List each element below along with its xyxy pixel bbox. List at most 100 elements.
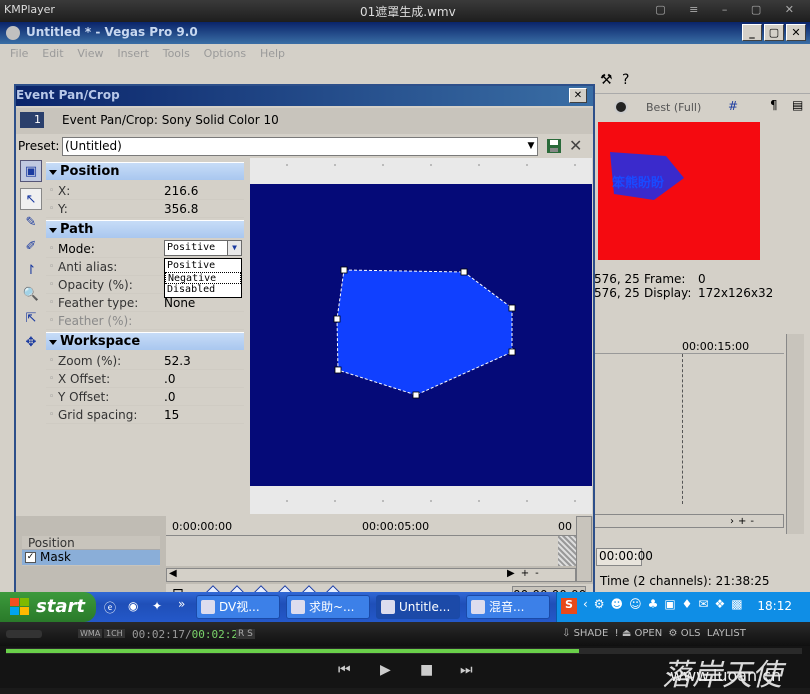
- prev-button[interactable]: ⏮: [338, 662, 351, 678]
- split-tangent-tool-icon[interactable]: ↾: [20, 260, 42, 282]
- mask-path-shape[interactable]: [250, 158, 592, 514]
- tray-s-icon[interactable]: S: [561, 598, 577, 614]
- prop-row-x[interactable]: X: 216.6: [46, 182, 244, 200]
- move-tool-icon[interactable]: ✥: [20, 332, 42, 354]
- prop-value-x-offset[interactable]: .0: [164, 370, 175, 388]
- start-button[interactable]: start: [0, 592, 96, 622]
- menu-file[interactable]: File: [10, 47, 28, 60]
- group-path[interactable]: Path: [46, 220, 244, 238]
- preset-dropdown-arrow-icon[interactable]: ▼: [524, 138, 538, 155]
- prop-value-grid-spacing[interactable]: 15: [164, 406, 179, 424]
- event-header: 1 Event Pan/Crop: Sony Solid Color 10: [16, 108, 593, 134]
- prop-row-y-offset[interactable]: Y Offset: .0: [46, 388, 244, 406]
- play-button[interactable]: ▶: [380, 662, 391, 678]
- keyframe-ruler[interactable]: 0:00:00:00 00:00:05:00 00: [166, 516, 576, 536]
- clock: 18:12: [757, 599, 792, 613]
- playlist-button[interactable]: LAYLIST: [707, 628, 746, 639]
- prop-value-zoom[interactable]: 52.3: [164, 352, 191, 370]
- property-toggle-icon[interactable]: ▣: [20, 160, 42, 182]
- quicklaunch-media-icon[interactable]: ◉: [128, 599, 138, 613]
- scroll-left-icon[interactable]: ◀: [169, 568, 177, 579]
- track-mask[interactable]: ✓ Mask: [22, 550, 160, 565]
- anchor-creation-tool-icon[interactable]: ✎: [20, 212, 42, 234]
- keyframe-hscroll[interactable]: ◀ ▶+-: [166, 568, 576, 582]
- track-position[interactable]: Position: [22, 536, 160, 550]
- scroll-zoom-controls[interactable]: ▶+-: [507, 568, 545, 579]
- workspace-canvas[interactable]: [250, 158, 592, 514]
- mode-select[interactable]: Positive ▼: [164, 240, 242, 256]
- preview-quality-select[interactable]: Best (Full): [646, 101, 701, 114]
- zoom-buttons[interactable]: ›+-: [730, 516, 758, 527]
- select-anchor-tool-icon[interactable]: ⇱: [20, 308, 42, 330]
- dialog-title-bar: Event Pan/Crop ✕: [16, 86, 593, 106]
- group-position[interactable]: Position: [46, 162, 244, 180]
- prop-row-zoom[interactable]: Zoom (%): 52.3: [46, 352, 244, 370]
- kmplayer-window-buttons[interactable]: ▢ ≡ – ▢ ✕: [655, 3, 804, 16]
- mode-option-positive[interactable]: Positive: [165, 260, 241, 272]
- dialog-close-button[interactable]: ✕: [569, 88, 587, 103]
- taskbar-button-mixer-label: 混音...: [489, 600, 525, 614]
- grid-icon[interactable]: #: [728, 99, 738, 113]
- help-pointer-icon[interactable]: ?: [622, 72, 629, 88]
- mode-option-disabled[interactable]: Disabled: [165, 284, 241, 296]
- tools-button[interactable]: ⚙ OLS: [669, 628, 701, 639]
- next-button[interactable]: ⏭: [460, 662, 473, 678]
- shade-button[interactable]: ⇩ SHADE: [562, 628, 608, 639]
- menu-help[interactable]: Help: [260, 47, 285, 60]
- prop-key-mode: Mode:: [49, 240, 95, 258]
- close-button[interactable]: ✕: [786, 24, 806, 41]
- keyframe-vscroll[interactable]: [576, 516, 592, 582]
- save-preset-icon[interactable]: [546, 138, 562, 154]
- prop-key-feather-type: Feather type:: [49, 294, 138, 312]
- minimize-button[interactable]: _: [742, 24, 762, 41]
- wrench-icon[interactable]: ⚒: [600, 72, 613, 88]
- quicklaunch-more-icon[interactable]: »: [178, 597, 185, 611]
- vegas-app-icon: [6, 26, 20, 40]
- normal-edit-tool-icon[interactable]: ↖: [20, 188, 42, 210]
- taskbar-button-vegas[interactable]: Untitle...: [376, 595, 460, 619]
- mode-dropdown-arrow-icon[interactable]: ▼: [227, 241, 241, 255]
- prop-row-mode[interactable]: Mode: Positive ▼: [46, 240, 244, 258]
- kmplayer-status-bar: WMA 1CH 00:02:17/00:02:26 R S ⇩ SHADE ! …: [0, 622, 810, 646]
- start-label: start: [36, 596, 85, 617]
- prop-row-x-offset[interactable]: X Offset: .0: [46, 370, 244, 388]
- maximize-button[interactable]: ▢: [764, 24, 784, 41]
- split-screen-icon[interactable]: [614, 100, 628, 114]
- menu-tools[interactable]: Tools: [163, 47, 190, 60]
- mode-option-negative[interactable]: Negative: [165, 272, 241, 284]
- volume-slider[interactable]: [6, 630, 42, 638]
- taskbar-button-help[interactable]: 求助~...: [286, 595, 370, 619]
- overlay-icon[interactable]: ¶: [770, 98, 778, 112]
- quicklaunch-ie-icon[interactable]: ⓔ: [104, 599, 116, 616]
- kmplayer-time: 00:02:17/00:02:26: [132, 628, 245, 641]
- prop-value-y[interactable]: 356.8: [164, 200, 198, 218]
- prop-row-grid-spacing[interactable]: Grid spacing: 15: [46, 406, 244, 424]
- open-button[interactable]: ⏏ OPEN: [622, 628, 662, 639]
- main-timeline-vscroll[interactable]: [786, 334, 804, 534]
- menu-edit[interactable]: Edit: [42, 47, 63, 60]
- main-time-field[interactable]: 00:00:00: [596, 548, 653, 566]
- stop-button[interactable]: ■: [420, 662, 433, 678]
- preset-select[interactable]: (Untitled): [62, 137, 538, 156]
- seek-bar-fill: [6, 649, 580, 653]
- mask-checkbox[interactable]: ✓: [25, 552, 36, 563]
- add-anchor-tool-icon[interactable]: ✐: [20, 236, 42, 258]
- delete-preset-icon[interactable]: ✕: [569, 136, 582, 155]
- tray-icons[interactable]: ‹⚙☻☺♣▣♦✉❖▩: [583, 597, 749, 611]
- menu-view[interactable]: View: [77, 47, 103, 60]
- prop-value-x[interactable]: 216.6: [164, 182, 198, 200]
- taskbar-button-vegas-label: Untitle...: [399, 600, 451, 614]
- prop-row-y[interactable]: Y: 356.8: [46, 200, 244, 218]
- keyframe-track[interactable]: [166, 536, 576, 566]
- prop-value-y-offset[interactable]: .0: [164, 388, 175, 406]
- quicklaunch-app-icon[interactable]: ✦: [152, 599, 162, 613]
- display-value: 172x126x32: [698, 286, 774, 300]
- copy-snapshot-icon[interactable]: ▤: [792, 98, 803, 112]
- menu-insert[interactable]: Insert: [117, 47, 149, 60]
- menu-options[interactable]: Options: [204, 47, 246, 60]
- taskbar-button-mixer[interactable]: 混音...: [466, 595, 550, 619]
- taskbar-button-dv[interactable]: DV视...: [196, 595, 280, 619]
- group-workspace[interactable]: Workspace: [46, 332, 244, 350]
- open-label: OPEN: [634, 628, 663, 639]
- zoom-tool-icon[interactable]: 🔍: [20, 284, 42, 306]
